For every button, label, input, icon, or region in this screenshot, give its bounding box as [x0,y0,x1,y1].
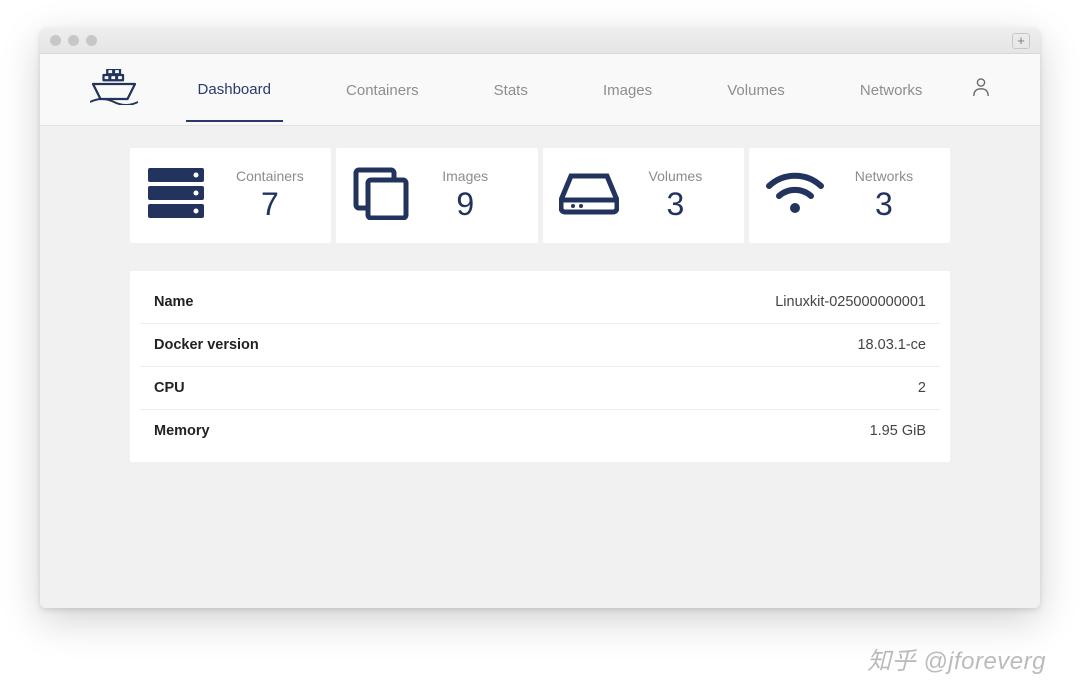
top-nav: Dashboard Containers Stats Images Volume… [40,54,1040,126]
info-key: Name [140,281,481,324]
card-networks[interactable]: Networks 3 [749,148,950,243]
table-row: Docker version18.03.1-ce [140,324,940,367]
traffic-lights [50,35,97,46]
server-icon [146,166,206,225]
info-value: 18.03.1-ce [481,324,940,367]
user-icon [972,77,990,102]
info-value: Linuxkit-025000000001 [481,281,940,324]
ship-icon [90,69,138,110]
card-images[interactable]: Images 9 [336,148,537,243]
info-key: Docker version [140,324,481,367]
system-info-table: NameLinuxkit-025000000001 Docker version… [140,281,940,452]
info-value: 2 [481,367,940,410]
tab-images[interactable]: Images [591,58,664,121]
summary-cards: Containers 7 Images 9 Volumes [130,148,950,243]
new-tab-button[interactable]: + [1012,33,1030,49]
tab-networks[interactable]: Networks [848,58,935,121]
card-value: 9 [456,186,474,223]
info-key: CPU [140,367,481,410]
card-containers[interactable]: Containers 7 [130,148,331,243]
info-value: 1.95 GiB [481,410,940,453]
dashboard-content: Containers 7 Images 9 Volumes [40,126,1040,608]
user-menu-button[interactable] [960,77,990,102]
tab-volumes[interactable]: Volumes [715,58,797,121]
maximize-window-button[interactable] [86,35,97,46]
table-row: Memory1.95 GiB [140,410,940,453]
card-label: Networks [855,168,913,184]
card-label: Images [442,168,488,184]
drive-icon [559,166,619,225]
app-logo[interactable] [90,69,150,110]
nav-tabs: Dashboard Containers Stats Images Volume… [160,57,960,122]
table-row: NameLinuxkit-025000000001 [140,281,940,324]
minimize-window-button[interactable] [68,35,79,46]
card-value: 3 [875,186,893,223]
close-window-button[interactable] [50,35,61,46]
card-value: 7 [261,186,279,223]
info-key: Memory [140,410,481,453]
wifi-icon [765,166,825,225]
tab-dashboard[interactable]: Dashboard [186,57,283,122]
card-volumes[interactable]: Volumes 3 [543,148,744,243]
app-window: + Dashboard Containers Stats Images Volu… [40,28,1040,608]
tab-containers[interactable]: Containers [334,58,431,121]
card-label: Containers [236,168,304,184]
layers-icon [352,166,412,225]
table-row: CPU2 [140,367,940,410]
watermark-text: 知乎 @jforeverg [867,641,1046,676]
window-titlebar: + [40,28,1040,54]
card-label: Volumes [649,168,703,184]
card-value: 3 [666,186,684,223]
system-info-panel: NameLinuxkit-025000000001 Docker version… [130,271,950,462]
tab-stats[interactable]: Stats [482,58,540,121]
